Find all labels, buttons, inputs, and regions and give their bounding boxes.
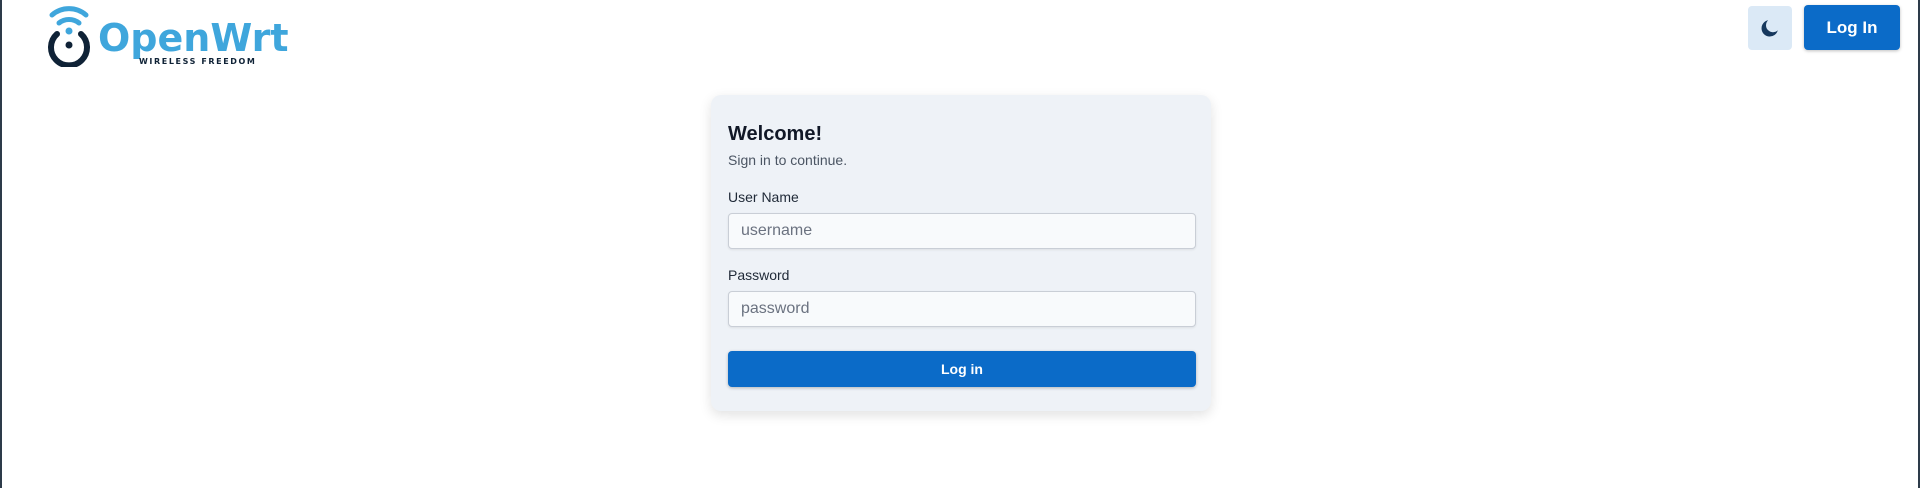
password-input[interactable] <box>728 291 1196 327</box>
openwrt-logo[interactable]: OpenWrt WIRELESS FREEDOM <box>42 3 288 67</box>
wifi-logo-icon <box>48 6 90 67</box>
header-login-button[interactable]: Log In <box>1804 5 1900 50</box>
header: OpenWrt WIRELESS FREEDOM Log In <box>2 0 1918 70</box>
logo-tagline: WIRELESS FREEDOM <box>139 57 257 66</box>
username-label: User Name <box>728 189 799 205</box>
login-submit-button[interactable]: Log in <box>728 351 1196 387</box>
theme-toggle-button[interactable] <box>1748 6 1792 50</box>
login-subtitle: Sign in to continue. <box>728 152 848 168</box>
moon-icon <box>1761 20 1778 37</box>
password-label: Password <box>728 267 790 283</box>
login-title: Welcome! <box>728 123 823 145</box>
login-card: Welcome! Sign in to continue. User Name … <box>711 95 1211 411</box>
username-input[interactable] <box>728 213 1196 249</box>
logo-wordmark: OpenWrt <box>98 16 289 60</box>
